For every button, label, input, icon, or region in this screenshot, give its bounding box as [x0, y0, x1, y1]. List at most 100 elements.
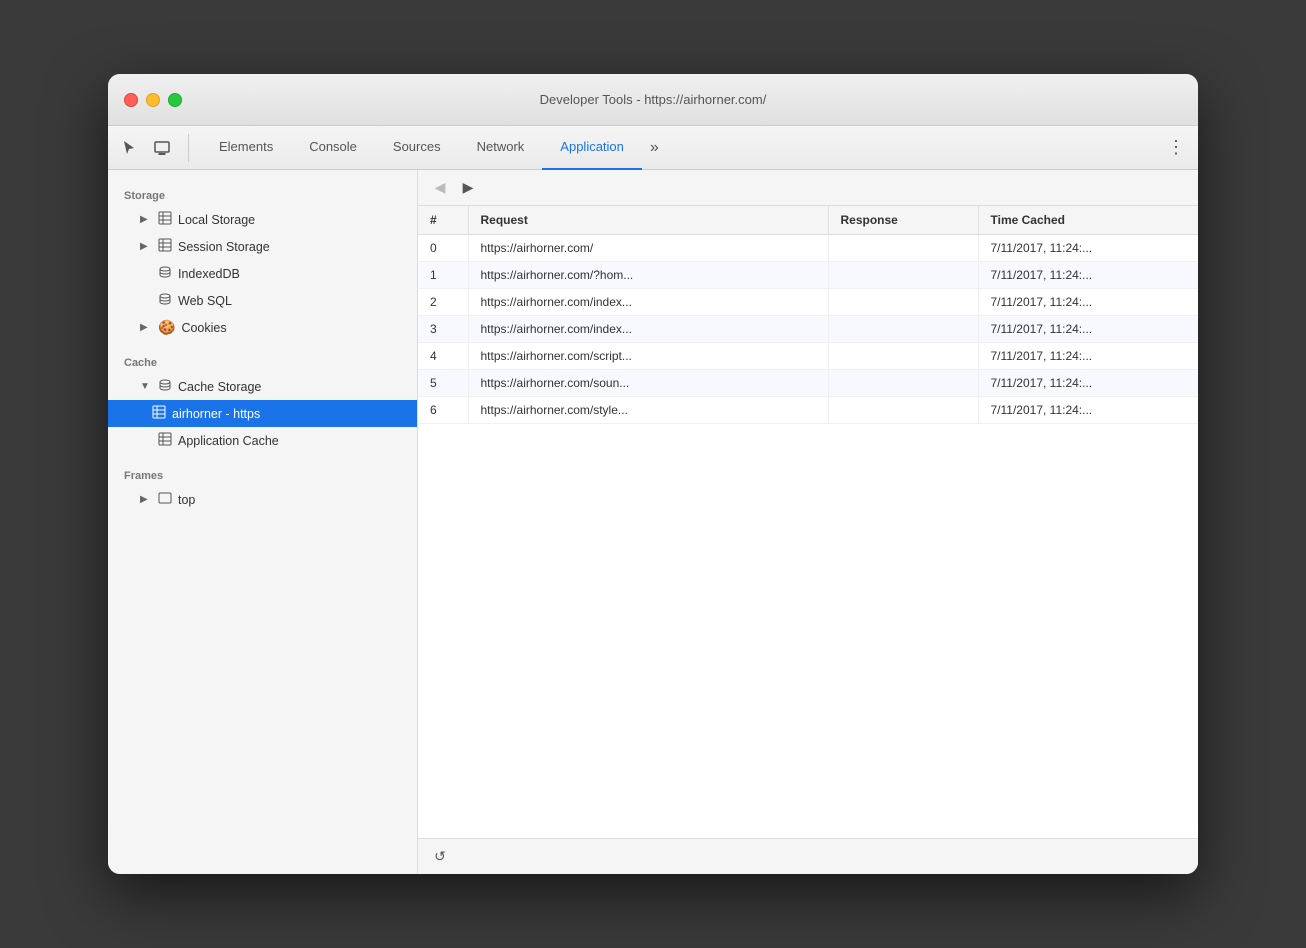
traffic-lights	[124, 93, 182, 107]
expand-arrow-session-storage: ▶	[140, 241, 152, 252]
sidebar: Storage ▶ Local Storage ▶	[108, 170, 418, 874]
sidebar-item-top[interactable]: ▶ top	[108, 486, 417, 513]
sidebar-item-web-sql[interactable]: ▶ Web SQL	[108, 287, 417, 314]
cell-request: https://airhorner.com/index...	[468, 289, 828, 316]
cell-request: https://airhorner.com/soun...	[468, 370, 828, 397]
cell-num: 4	[418, 343, 468, 370]
frame-top-icon	[158, 491, 172, 508]
tab-network[interactable]: Network	[459, 126, 543, 170]
sidebar-item-local-storage[interactable]: ▶ Local Storage	[108, 206, 417, 233]
local-storage-label: Local Storage	[178, 213, 409, 227]
cache-storage-icon	[158, 378, 172, 395]
web-sql-icon	[158, 292, 172, 309]
table-row[interactable]: 2 https://airhorner.com/index... 7/11/20…	[418, 289, 1198, 316]
cookies-icon: 🍪	[158, 319, 175, 336]
cell-num: 5	[418, 370, 468, 397]
cell-response	[828, 289, 978, 316]
cell-request: https://airhorner.com/?hom...	[468, 262, 828, 289]
cell-time: 7/11/2017, 11:24:...	[978, 262, 1198, 289]
cache-section-title: Cache	[108, 349, 417, 373]
cell-response	[828, 343, 978, 370]
cell-time: 7/11/2017, 11:24:...	[978, 370, 1198, 397]
table-row[interactable]: 3 https://airhorner.com/index... 7/11/20…	[418, 316, 1198, 343]
cell-response	[828, 316, 978, 343]
col-header-time: Time Cached	[978, 206, 1198, 235]
toolbar: Elements Console Sources Network Applica…	[108, 126, 1198, 170]
cache-table: # Request Response Time Cached 0 https:/…	[418, 206, 1198, 424]
session-storage-label: Session Storage	[178, 240, 409, 254]
cell-time: 7/11/2017, 11:24:...	[978, 343, 1198, 370]
main-content: Storage ▶ Local Storage ▶	[108, 170, 1198, 874]
tab-sources[interactable]: Sources	[375, 126, 459, 170]
cell-response	[828, 370, 978, 397]
col-header-num: #	[418, 206, 468, 235]
table-row[interactable]: 0 https://airhorner.com/ 7/11/2017, 11:2…	[418, 235, 1198, 262]
toolbar-end: ⋮	[1162, 134, 1190, 162]
col-header-request: Request	[468, 206, 828, 235]
cell-response	[828, 262, 978, 289]
app-cache-icon	[158, 432, 172, 449]
close-button[interactable]	[124, 93, 138, 107]
sidebar-item-cache-storage[interactable]: ▼ Cache Storage	[108, 373, 417, 400]
main-panel: ◀ ▶ # Request Response Time Cached 0	[418, 170, 1198, 874]
sidebar-item-indexeddb[interactable]: ▶ IndexedDB	[108, 260, 417, 287]
expand-arrow-local-storage: ▶	[140, 214, 152, 225]
sidebar-item-session-storage[interactable]: ▶ Session Storage	[108, 233, 417, 260]
expand-arrow-top: ▶	[140, 494, 152, 505]
more-tabs-icon[interactable]: »	[642, 139, 667, 157]
cell-request: https://airhorner.com/style...	[468, 397, 828, 424]
cell-time: 7/11/2017, 11:24:...	[978, 235, 1198, 262]
cell-num: 1	[418, 262, 468, 289]
storage-section-title: Storage	[108, 182, 417, 206]
cursor-icon[interactable]	[116, 134, 144, 162]
titlebar: Developer Tools - https://airhorner.com/	[108, 74, 1198, 126]
cell-response	[828, 235, 978, 262]
cell-num: 6	[418, 397, 468, 424]
devtools-window: Developer Tools - https://airhorner.com/…	[108, 74, 1198, 874]
tab-console[interactable]: Console	[291, 126, 375, 170]
sidebar-item-app-cache[interactable]: ▶ Application Cache	[108, 427, 417, 454]
airhorner-cache-label: airhorner - https	[172, 407, 409, 421]
indexeddb-label: IndexedDB	[178, 267, 409, 281]
nav-forward-button[interactable]: ▶	[456, 176, 480, 200]
app-cache-label: Application Cache	[178, 434, 409, 448]
table-row[interactable]: 5 https://airhorner.com/soun... 7/11/201…	[418, 370, 1198, 397]
cell-request: https://airhorner.com/index...	[468, 316, 828, 343]
frames-section-title: Frames	[108, 462, 417, 486]
sidebar-item-cookies[interactable]: ▶ 🍪 Cookies	[108, 314, 417, 341]
device-icon[interactable]	[148, 134, 176, 162]
toolbar-icons	[116, 134, 189, 162]
cell-time: 7/11/2017, 11:24:...	[978, 316, 1198, 343]
table-row[interactable]: 4 https://airhorner.com/script... 7/11/2…	[418, 343, 1198, 370]
airhorner-cache-icon	[152, 405, 166, 422]
tab-elements[interactable]: Elements	[201, 126, 291, 170]
maximize-button[interactable]	[168, 93, 182, 107]
cache-storage-label: Cache Storage	[178, 380, 409, 394]
cache-table-container: # Request Response Time Cached 0 https:/…	[418, 206, 1198, 838]
tabs: Elements Console Sources Network Applica…	[201, 126, 1162, 170]
panel-footer: ↺	[418, 838, 1198, 874]
frame-top-label: top	[178, 493, 409, 507]
session-storage-icon	[158, 238, 172, 255]
col-header-response: Response	[828, 206, 978, 235]
cell-request: https://airhorner.com/script...	[468, 343, 828, 370]
tab-application[interactable]: Application	[542, 126, 642, 170]
web-sql-label: Web SQL	[178, 294, 409, 308]
indexeddb-icon	[158, 265, 172, 282]
cell-time: 7/11/2017, 11:24:...	[978, 289, 1198, 316]
sidebar-item-airhorner[interactable]: airhorner - https	[108, 400, 417, 427]
table-row[interactable]: 1 https://airhorner.com/?hom... 7/11/201…	[418, 262, 1198, 289]
nav-back-button[interactable]: ◀	[428, 176, 452, 200]
cell-num: 0	[418, 235, 468, 262]
table-header-row: # Request Response Time Cached	[418, 206, 1198, 235]
expand-arrow-cache-storage: ▼	[140, 381, 152, 392]
cache-table-body: 0 https://airhorner.com/ 7/11/2017, 11:2…	[418, 235, 1198, 424]
table-row[interactable]: 6 https://airhorner.com/style... 7/11/20…	[418, 397, 1198, 424]
local-storage-icon	[158, 211, 172, 228]
expand-arrow-cookies: ▶	[140, 322, 152, 333]
cookies-label: Cookies	[181, 321, 409, 335]
refresh-button[interactable]: ↺	[428, 845, 452, 869]
minimize-button[interactable]	[146, 93, 160, 107]
kebab-menu-button[interactable]: ⋮	[1162, 134, 1190, 162]
cell-num: 3	[418, 316, 468, 343]
